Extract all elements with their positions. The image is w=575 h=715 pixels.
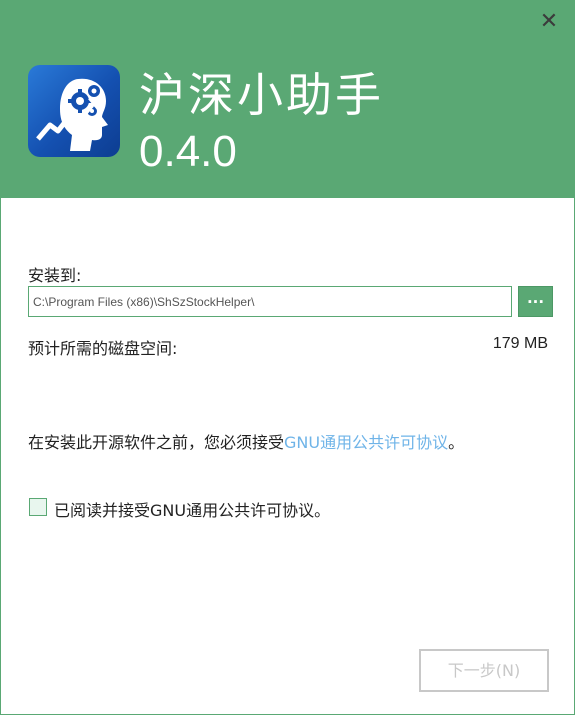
logo-graphic [36,78,108,151]
install-path-input[interactable] [28,286,512,317]
browse-button[interactable]: ... [518,286,553,317]
close-button[interactable]: ✕ [536,9,562,35]
install-path-label: 安装到: [28,266,82,285]
license-notice-end: 。 [448,433,465,452]
app-version: 0.4.0 [139,127,237,176]
accept-license-checkbox[interactable] [29,498,47,516]
app-title: 沪深小助手 [139,68,384,122]
disk-space-label: 预计所需的磁盘空间: [28,339,178,358]
disk-space-value: 179 MB [492,335,548,352]
stock-helper-logo-icon [28,65,120,157]
accept-license-label[interactable]: 已阅读并接受GNU通用公共许可协议。 [54,497,330,521]
browse-button-label: ... [526,289,545,307]
license-link[interactable]: GNU通用公共许可协议 [284,433,448,452]
next-button[interactable]: 下一步(N) [419,649,549,692]
license-notice-text: 在安装此开源软件之前，您必须接受 [28,433,285,452]
header-banner: ✕ 沪深小助手 0.4.0 [1,1,574,198]
close-icon: ✕ [539,9,559,34]
license-notice: 在安装此开源软件之前，您必须接受GNU通用公共许可协议。 [28,429,464,453]
installer-window: ✕ 沪深小助手 0.4.0 安装到: C:\Program Files (x86… [0,0,575,715]
